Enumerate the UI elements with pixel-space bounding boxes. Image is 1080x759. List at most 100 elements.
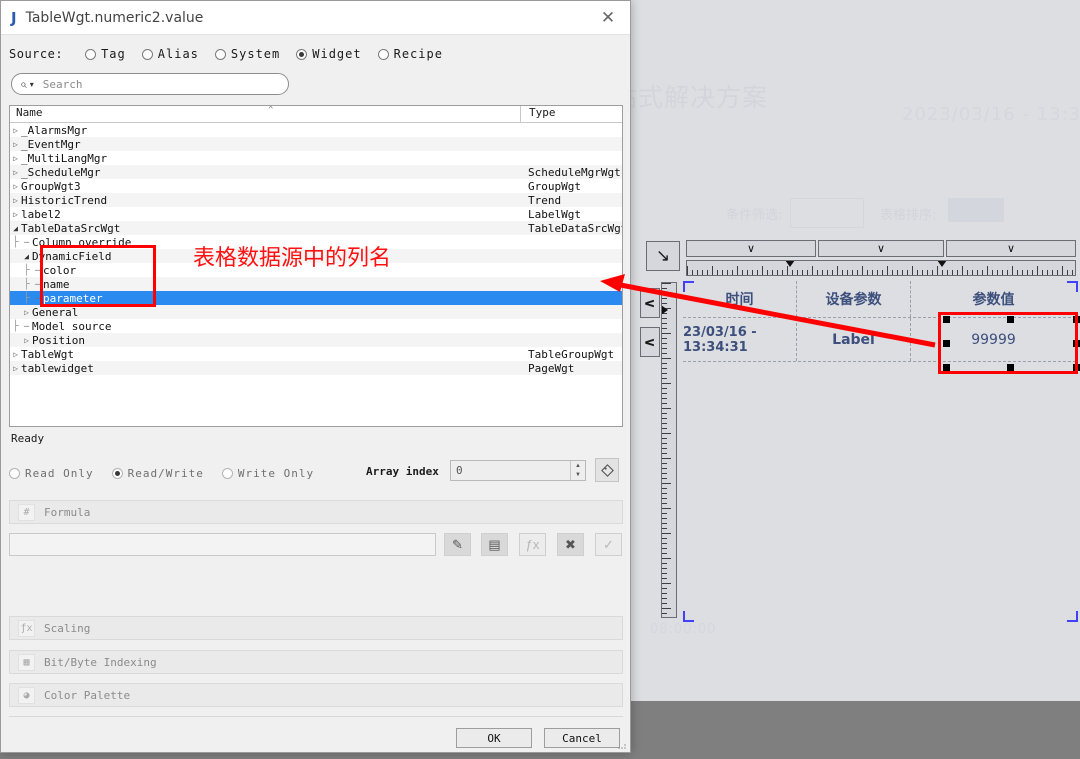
tree-row[interactable]: ▷ tablewidget PageWgt [10,361,622,375]
confirm-icon[interactable]: ✓ [595,533,622,556]
tree-row[interactable]: ◢ TableDataSrcWgt TableDataSrcWgt [10,221,622,235]
section-formula[interactable]: # Formula [9,500,623,524]
column-dropdown-3[interactable]: ∨ [946,240,1076,257]
chevron-right-icon[interactable]: ▷ [21,336,32,345]
tree-row-type: TableGroupWgt [528,347,615,361]
chevron-right-icon[interactable]: ▷ [10,140,21,149]
ruler-tick [807,270,808,275]
search-input[interactable] [40,76,280,92]
bg-datetime-label: 2023/03/16 - 13:34:31 [902,104,1080,125]
source-radio-widget[interactable]: Widget [296,47,361,61]
spinner-down-icon[interactable]: ▼ [571,471,585,481]
close-icon[interactable]: ✕ [586,1,630,34]
ruler-tick [777,270,778,275]
chevron-right-icon[interactable]: ▷ [10,364,21,373]
tree-row[interactable]: ▷ _AlarmsMgr [10,123,622,137]
bg-filter-input[interactable] [790,198,864,228]
source-label: Source: [9,47,64,61]
source-radio-tag[interactable]: Tag [85,47,126,61]
search-box[interactable]: ⌕ ▾ [11,73,289,95]
annotation-rect-cell [938,312,1078,374]
tree-column-name[interactable]: Name [10,106,520,122]
tag-icon[interactable] [595,458,619,482]
ruler-tick [1047,270,1048,275]
section-scaling[interactable]: ƒx Scaling [9,616,623,640]
source-radio-label-system: System [230,47,281,61]
chevron-right-button-2[interactable]: ∨ [640,327,660,357]
ruler-tick [992,270,993,275]
function-icon[interactable]: ƒx [519,533,546,556]
array-index-spinner[interactable]: ▲ ▼ [570,461,585,480]
tree-row[interactable]: ▷ TableWgt TableGroupWgt [10,347,622,361]
ruler-tick [702,270,703,275]
chevron-right-icon[interactable]: ▷ [10,196,21,205]
ruler-tick [662,413,667,414]
tree-row-label: General [32,305,79,319]
ruler-tick [662,433,671,434]
ruler-tick [867,270,868,275]
chevron-right-icon[interactable]: ▷ [21,308,32,317]
tree-column-type[interactable]: Type [520,106,620,122]
tree-row[interactable]: ▷ GroupWgt3 GroupWgt [10,179,622,193]
tree-row[interactable]: ▷ HistoricTrend Trend [10,193,622,207]
column-dropdown-1[interactable]: ∨ [686,240,816,257]
chevron-down-icon[interactable]: ◢ [21,252,32,261]
ruler-marker[interactable] [785,261,795,267]
ok-button[interactable]: OK [456,728,532,748]
chevron-right-icon[interactable]: ▷ [10,350,21,359]
formula-input[interactable] [9,533,436,556]
ruler-tick [662,483,671,484]
tree-row[interactable]: ├ ─ Model source [10,319,622,333]
access-radio-read-only[interactable]: Read Only [9,467,94,480]
source-radio-system[interactable]: System [214,47,281,61]
array-index-stepper[interactable]: 0 ▲ ▼ [450,460,586,481]
chevron-right-icon[interactable]: ▷ [10,126,21,135]
ruler-marker[interactable] [662,305,668,315]
source-radio-alias[interactable]: Alias [141,47,199,61]
ruler-tick [662,583,671,584]
save-icon[interactable]: ▤ [481,533,508,556]
section-color-palette[interactable]: ◕ Color Palette [9,683,623,707]
tree-row-label: _ScheduleMgr [21,165,101,179]
cancel-button[interactable]: Cancel [544,728,620,748]
spinner-up-icon[interactable]: ▲ [571,461,585,471]
ruler-tick [687,266,688,275]
tree-row[interactable]: ▷ _MultiLangMgr [10,151,622,165]
chevron-right-icon[interactable]: ▷ [10,168,21,177]
ruler-tick [1012,266,1013,275]
annotation-note: 表格数据源中的列名 [193,246,392,271]
array-index-label: Array index [366,465,439,478]
chevron-right-icon[interactable]: ▷ [10,154,21,163]
ruler-tick [892,270,893,275]
tree-row[interactable]: ▷ General [10,305,622,319]
tree-row[interactable]: ▷ Position [10,333,622,347]
delete-icon[interactable]: ✖ [557,533,584,556]
section-bit-byte-indexing[interactable]: ▦ Bit/Byte Indexing [9,650,623,674]
column-dropdown-2[interactable]: ∨ [818,240,944,257]
vertical-ruler[interactable] [661,282,677,618]
tree-row[interactable]: ▷ _EventMgr [10,137,622,151]
horizontal-ruler[interactable] [686,260,1076,276]
ruler-tick [662,528,667,529]
tree-row[interactable]: ▷ label2 LabelWgt [10,207,622,221]
chevron-down-icon[interactable]: ▾ [30,80,34,89]
chevron-right-icon[interactable]: ▷ [10,210,21,219]
access-radio-write-only[interactable]: Write Only [221,467,314,480]
edit-icon[interactable]: ✎ [444,533,471,556]
array-index-value[interactable]: 0 [451,464,570,477]
bg-sort-input[interactable] [948,198,1004,222]
source-radio-recipe[interactable]: Recipe [377,47,443,61]
tree-row[interactable]: ▷ _ScheduleMgr ScheduleMgrWgt [10,165,622,179]
chevron-down-icon[interactable]: ◢ [10,224,21,233]
arrow-down-right-icon[interactable]: ↘ [646,241,680,271]
access-radio-read-write[interactable]: Read/Write [111,467,204,480]
chevron-right-icon[interactable]: ▷ [10,182,21,191]
ruler-marker[interactable] [937,261,947,267]
ruler-tick [662,408,671,409]
chevron-right-button-1[interactable]: ∨ [640,288,660,318]
app-logo-icon: J [11,8,17,27]
resize-grip-icon[interactable] [617,740,627,750]
ruler-tick [662,378,667,379]
ruler-tick [662,578,667,579]
tree-header: Name Type ⌃ [10,106,622,123]
